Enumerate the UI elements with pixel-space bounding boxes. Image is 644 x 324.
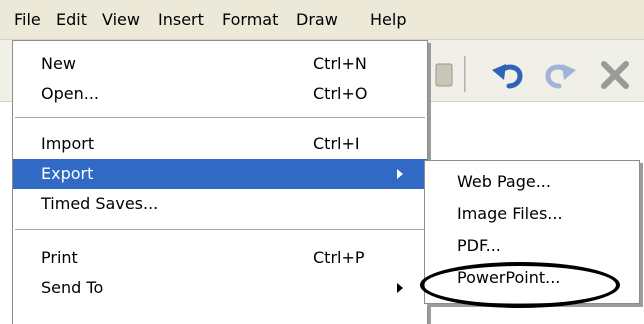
menu-item-print[interactable]: Print Ctrl+P (13, 243, 427, 273)
menu-help[interactable]: Help (370, 9, 406, 31)
toolbar-partial-icon[interactable] (432, 58, 456, 94)
submenu-item-image-files[interactable]: Image Files... (425, 199, 639, 229)
menu-item-send-to[interactable]: Send To (13, 273, 427, 303)
menu-edit[interactable]: Edit (56, 9, 87, 31)
toolbar-separator (464, 56, 466, 92)
menu-item-import[interactable]: Import Ctrl+I (13, 129, 427, 159)
menu-item-shortcut: Ctrl+O (313, 84, 368, 103)
file-menu: New Ctrl+N Open... Ctrl+O Import Ctrl+I … (12, 40, 428, 324)
submenu-item-label: PDF... (457, 236, 501, 255)
menu-draw[interactable]: Draw (296, 9, 338, 31)
menu-view[interactable]: View (102, 9, 140, 31)
menu-item-label: Export (41, 164, 94, 183)
menu-item-label: Print (41, 248, 78, 267)
menu-item-open[interactable]: Open... Ctrl+O (13, 79, 427, 109)
delete-icon[interactable] (594, 58, 634, 94)
submenu-item-label: Web Page... (457, 172, 551, 191)
submenu-item-web-page[interactable]: Web Page... (425, 167, 639, 197)
menu-item-label: Timed Saves... (41, 194, 159, 213)
submenu-item-pdf[interactable]: PDF... (425, 231, 639, 261)
menu-separator (15, 117, 425, 119)
undo-icon[interactable] (488, 58, 528, 94)
submenu-item-label: Image Files... (457, 204, 563, 223)
submenu-arrow-icon (397, 169, 403, 179)
menu-file[interactable]: File (14, 9, 41, 31)
menu-bar: File Edit View Insert Format Draw Help (0, 0, 644, 40)
menu-insert[interactable]: Insert (158, 9, 204, 31)
highlight-ellipse (420, 262, 620, 308)
submenu-arrow-icon (397, 283, 403, 293)
menu-item-label: Open... (41, 84, 99, 103)
menu-item-export[interactable]: Export (13, 159, 427, 189)
menu-separator (15, 229, 425, 231)
menu-item-shortcut: Ctrl+I (313, 134, 360, 153)
menu-item-label: New (41, 54, 76, 73)
menu-item-label: Send To (41, 278, 104, 297)
menu-item-timed-saves[interactable]: Timed Saves... (13, 189, 427, 219)
menu-item-new[interactable]: New Ctrl+N (13, 49, 427, 79)
menu-item-shortcut: Ctrl+P (313, 248, 365, 267)
menu-item-shortcut: Ctrl+N (313, 54, 367, 73)
menu-format[interactable]: Format (222, 9, 278, 31)
redo-icon[interactable] (540, 58, 580, 94)
menu-item-label: Import (41, 134, 95, 153)
